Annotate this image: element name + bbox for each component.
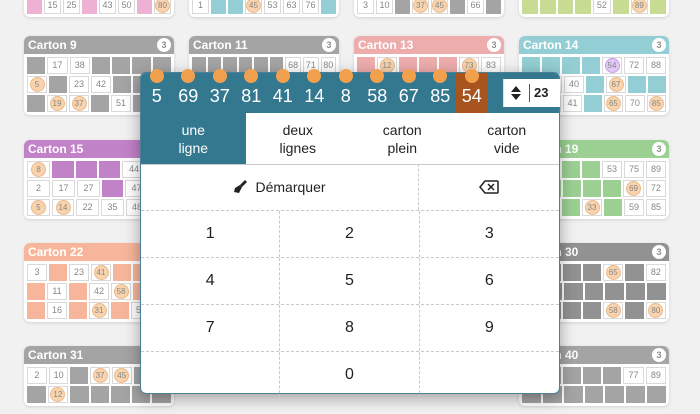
ball-marker-icon <box>307 69 322 83</box>
ball-marker-icon <box>338 69 353 83</box>
key-4[interactable]: 4 <box>141 258 281 304</box>
ball-marker-icon <box>149 69 164 83</box>
drawn-number-value: 58 <box>367 86 388 106</box>
drawn-number[interactable]: 5 <box>141 69 173 113</box>
key-2[interactable]: 2 <box>280 211 420 257</box>
key-8[interactable]: 8 <box>280 305 420 351</box>
demarquer-label: Démarquer <box>255 179 326 195</box>
tab-mode-line2: lignes <box>279 139 317 156</box>
key-7[interactable]: 7 <box>141 305 281 351</box>
keypad-row: 0 <box>141 352 559 398</box>
drawn-number[interactable]: 69 <box>173 69 205 113</box>
demarquer-button[interactable]: Démarquer <box>141 164 419 210</box>
ball-marker-icon <box>433 69 448 83</box>
drawn-number[interactable]: 54 <box>456 69 488 113</box>
tab-mode[interactable]: deux lignes <box>246 113 351 164</box>
ball-marker-icon <box>401 69 416 83</box>
drawn-count: 23 <box>534 85 549 100</box>
drawn-number-value: 85 <box>430 86 451 106</box>
drawn-number[interactable]: 85 <box>425 69 457 113</box>
tab-mode[interactable]: carton vide <box>455 113 560 164</box>
sort-control[interactable]: 23 <box>503 79 560 107</box>
tab-mode-line2: plein <box>387 139 418 156</box>
drawn-number-value: 67 <box>398 86 419 106</box>
keypad-row: 456 <box>141 258 559 305</box>
ball-marker-icon <box>244 69 259 83</box>
key-0[interactable]: 0 <box>280 352 420 398</box>
tab-mode-line2: vide <box>493 139 520 156</box>
number-keypad: Démarquer 1234567890 <box>141 164 559 398</box>
sort-icon[interactable] <box>506 83 526 103</box>
drawn-number-value: 41 <box>272 86 293 106</box>
key-6[interactable]: 6 <box>420 258 559 304</box>
drawn-numbers-list: 5 69 37 81 41 14 8 58 67 85 54 <box>141 69 488 113</box>
drawn-number-value: 5 <box>151 86 162 106</box>
keypad-blank <box>420 352 559 398</box>
keypad-row: 789 <box>141 305 559 352</box>
tab-mode[interactable]: carton plein <box>350 113 455 164</box>
drawn-number[interactable]: 37 <box>204 69 236 113</box>
ball-marker-icon <box>212 69 227 83</box>
ball-marker-icon <box>181 69 196 83</box>
drawn-number[interactable]: 14 <box>299 69 331 113</box>
drawn-number-value: 14 <box>304 86 325 106</box>
key-9[interactable]: 9 <box>420 305 559 351</box>
tab-mode-label: carton vide <box>487 121 526 157</box>
tab-mode-line1: carton <box>382 121 422 138</box>
key-3[interactable]: 3 <box>420 211 559 257</box>
keypad-action-row: Démarquer <box>141 164 559 211</box>
keypad-row: 123 <box>141 211 559 258</box>
tab-mode-line1: une <box>181 121 205 138</box>
drawn-number-value: 37 <box>209 86 230 106</box>
game-mode-tabs: une ligne deux lignes carton plein carton vide <box>141 113 559 165</box>
digit-rows: 1234567890 <box>141 211 559 398</box>
ball-marker-icon <box>370 69 385 83</box>
drawn-number[interactable]: 67 <box>393 69 425 113</box>
tab-mode-line1: carton <box>487 121 527 138</box>
tab-mode[interactable]: une ligne <box>141 113 246 164</box>
drawn-number[interactable]: 8 <box>330 69 362 113</box>
tab-mode-label: carton plein <box>383 121 422 157</box>
keypad-blank <box>141 352 281 398</box>
divider <box>529 84 530 102</box>
draw-panel: 5 69 37 81 41 14 8 58 67 85 54 23 une ligne deux lign… <box>140 69 560 398</box>
drawn-number-value: 54 <box>461 86 482 106</box>
tab-mode-line1: deux <box>282 121 313 138</box>
drawn-number-value: 8 <box>340 86 351 106</box>
tab-mode-line2: ligne <box>178 139 209 156</box>
broom-icon <box>234 180 248 193</box>
drawn-number[interactable]: 81 <box>236 69 268 113</box>
tab-mode-label: une ligne <box>178 121 208 157</box>
backspace-button[interactable] <box>419 164 559 210</box>
drawn-number-value: 81 <box>241 86 262 106</box>
drawn-number-value: 69 <box>178 86 199 106</box>
key-5[interactable]: 5 <box>280 258 420 304</box>
ball-marker-icon <box>464 69 479 83</box>
backspace-icon <box>479 180 499 194</box>
ball-marker-icon <box>275 69 290 83</box>
drawn-number[interactable]: 41 <box>267 69 299 113</box>
tab-mode-label: deux lignes <box>279 121 316 157</box>
drawn-numbers-bar: 5 69 37 81 41 14 8 58 67 85 54 23 <box>141 69 560 113</box>
drawn-number[interactable]: 58 <box>362 69 394 113</box>
key-1[interactable]: 1 <box>141 211 281 257</box>
